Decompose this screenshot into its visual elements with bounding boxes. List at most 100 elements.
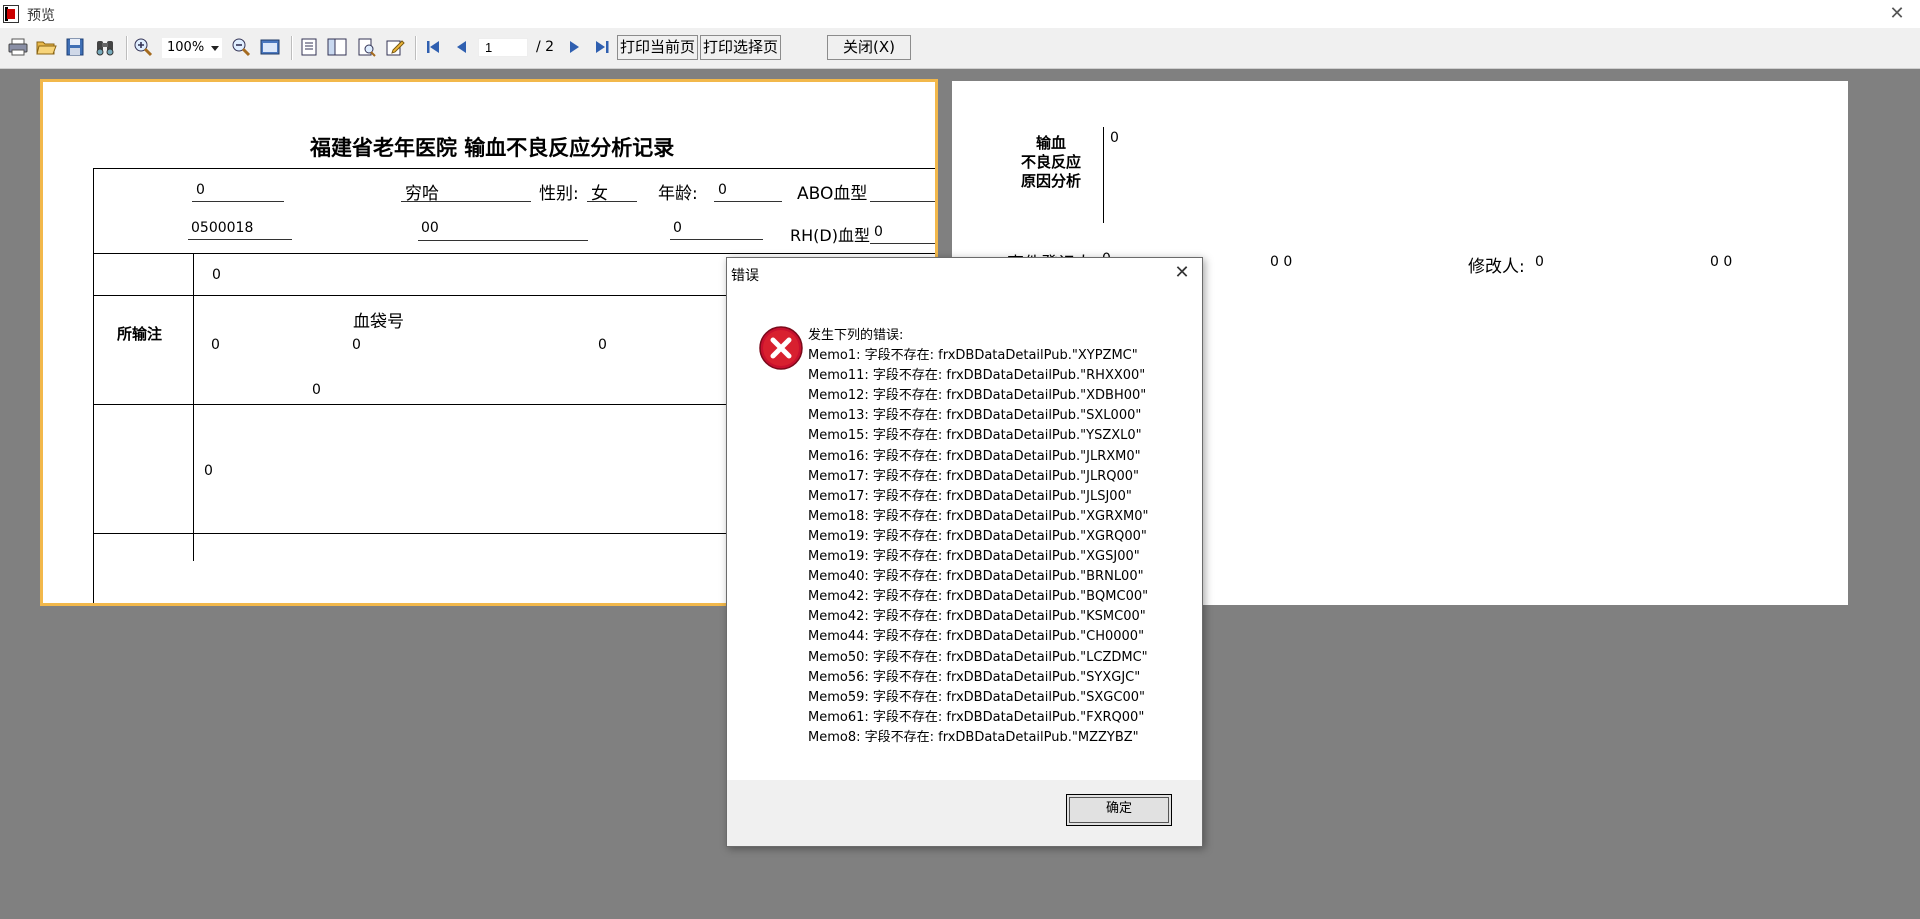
error-line: Memo18: 字段不存在: frxDBDataDetailPub."XGRXM… <box>808 508 1149 524</box>
age-label: 年龄: <box>658 184 698 204</box>
underline <box>192 201 284 202</box>
close-icon[interactable]: ✕ <box>1170 262 1194 284</box>
app-icon <box>3 5 19 23</box>
error-line: Memo17: 字段不存在: frxDBDataDetailPub."JLSJ0… <box>808 488 1132 504</box>
title-bar: 预览 ✕ <box>0 0 1920 28</box>
modifier-time: 0 0 <box>1710 254 1733 270</box>
last-page-icon[interactable] <box>591 36 613 58</box>
error-line: Memo19: 字段不存在: frxDBDataDetailPub."XGRQ0… <box>808 528 1147 544</box>
error-line: Memo19: 字段不存在: frxDBDataDetailPub."XGSJ0… <box>808 549 1140 565</box>
error-line: Memo8: 字段不存在: frxDBDataDetailPub."MZZYBZ… <box>808 729 1139 745</box>
print-icon[interactable] <box>7 36 29 58</box>
open-icon[interactable] <box>35 36 57 58</box>
error-line: Memo42: 字段不存在: frxDBDataDetailPub."BQMC0… <box>808 589 1149 605</box>
error-line: Memo13: 字段不存在: frxDBDataDetailPub."SXL00… <box>808 408 1142 424</box>
underline <box>870 243 935 244</box>
table-border <box>93 168 94 603</box>
first-page-icon[interactable] <box>422 36 444 58</box>
underline <box>418 240 588 241</box>
find-icon[interactable] <box>94 36 116 58</box>
underline <box>401 201 531 202</box>
underline <box>670 239 763 240</box>
sex-label: 性别: <box>539 184 579 204</box>
prev-page-icon[interactable] <box>451 36 473 58</box>
chevron-down-icon <box>211 46 219 51</box>
modifier-value: 0 <box>1535 254 1544 270</box>
transfused-label: 所输注 <box>117 325 163 343</box>
toolbar-separator <box>126 36 128 60</box>
error-line: Memo50: 字段不存在: frxDBDataDetailPub."LCZDM… <box>808 649 1148 665</box>
error-heading: 发生下列的错误: <box>808 328 904 343</box>
ok-button-label: 确定 <box>1105 801 1132 816</box>
cause-value: 0 <box>1110 130 1119 146</box>
print-current-page-button[interactable]: 打印当前页 <box>617 35 698 60</box>
toolbar-separator <box>291 36 293 60</box>
window-title: 预览 <box>27 8 55 24</box>
error-line: Memo17: 字段不存在: frxDBDataDetailPub."JLRQ0… <box>808 468 1140 484</box>
ok-button[interactable]: 确定 <box>1066 794 1172 826</box>
blood-bag-label: 血袋号 <box>353 312 404 332</box>
next-page-icon[interactable] <box>563 36 585 58</box>
error-line: Memo44: 字段不存在: frxDBDataDetailPub."CH000… <box>808 629 1145 645</box>
field-value: 0 <box>211 337 220 353</box>
age-value: 0 <box>718 182 727 198</box>
outline-icon[interactable] <box>298 36 320 58</box>
dialog-title: 错误 <box>731 268 759 284</box>
error-line: Memo11: 字段不存在: frxDBDataDetailPub."RHXX0… <box>808 368 1146 384</box>
error-line: Memo16: 字段不存在: frxDBDataDetailPub."JLRXM… <box>808 448 1141 464</box>
field-value: 0 <box>312 382 321 398</box>
toolbar: 100% / 2 打印当前页 打印选择页 关闭(X) <box>0 28 1920 69</box>
report-title: 福建省老年医院 输血不良反应分析记录 <box>310 136 675 160</box>
underline <box>870 201 935 202</box>
zoom-value: 100% <box>167 40 205 55</box>
error-line: Memo56: 字段不存在: frxDBDataDetailPub."SYXGJ… <box>808 669 1141 685</box>
cause-label-line1: 输血 <box>1036 134 1067 152</box>
table-divider <box>193 253 194 561</box>
modifier-label: 修改人: <box>1468 257 1525 277</box>
field-value: 0 <box>352 337 361 353</box>
page-number-input[interactable] <box>478 38 528 57</box>
rh-label: RH(D)血型 <box>790 226 870 245</box>
underline <box>188 239 292 240</box>
page-setup-icon[interactable] <box>355 36 377 58</box>
save-icon[interactable] <box>64 36 86 58</box>
field-value: 00 <box>421 220 439 236</box>
register-time: 0 0 <box>1270 254 1293 270</box>
zoom-select[interactable]: 100% <box>162 38 222 58</box>
rh-value: 0 <box>874 224 883 240</box>
abo-label: ABO血型 <box>797 184 868 204</box>
table-divider <box>1103 127 1104 223</box>
field-value: 0 <box>196 182 205 198</box>
error-line: Memo61: 字段不存在: frxDBDataDetailPub."FXRQ0… <box>808 709 1145 725</box>
cause-label-line3: 原因分析 <box>1021 172 1082 190</box>
field-value: 0 <box>673 220 682 236</box>
record-id: 0500018 <box>191 220 254 236</box>
table-divider <box>93 253 935 254</box>
page-total: / 2 <box>536 39 555 55</box>
error-message: 发生下列的错误: Memo1: 字段不存在: frxDBDataDetailPu… <box>808 326 1149 748</box>
fullscreen-icon[interactable] <box>259 36 281 58</box>
field-value: 0 <box>204 463 213 479</box>
error-line: Memo1: 字段不存在: frxDBDataDetailPub."XYPZMC… <box>808 348 1138 364</box>
zoom-out-icon[interactable] <box>230 36 252 58</box>
zoom-in-icon[interactable] <box>132 36 154 58</box>
field-value: 0 <box>598 337 607 353</box>
toolbar-separator <box>415 36 417 60</box>
print-selected-pages-button[interactable]: 打印选择页 <box>700 35 781 60</box>
thumbnail-icon[interactable] <box>326 36 348 58</box>
error-icon <box>758 325 804 371</box>
error-line: Memo42: 字段不存在: frxDBDataDetailPub."KSMC0… <box>808 609 1146 625</box>
error-line: Memo12: 字段不存在: frxDBDataDetailPub."XDBH0… <box>808 388 1147 404</box>
error-line: Memo59: 字段不存在: frxDBDataDetailPub."SXGC0… <box>808 689 1145 705</box>
cause-label-line2: 不良反应 <box>1021 153 1082 171</box>
underline <box>587 201 637 202</box>
edit-icon[interactable] <box>384 36 406 58</box>
table-border <box>93 168 935 169</box>
window-close-button[interactable]: ✕ <box>1884 3 1910 25</box>
error-line: Memo15: 字段不存在: frxDBDataDetailPub."YSZXL… <box>808 428 1142 444</box>
underline <box>714 201 782 202</box>
field-value: 0 <box>212 267 221 283</box>
error-dialog: 错误 ✕ 发生下列的错误: Memo1: 字段不存在: frxDBDataDet… <box>726 257 1203 847</box>
error-line: Memo40: 字段不存在: frxDBDataDetailPub."BRNL0… <box>808 569 1144 585</box>
close-preview-button[interactable]: 关闭(X) <box>827 35 911 60</box>
